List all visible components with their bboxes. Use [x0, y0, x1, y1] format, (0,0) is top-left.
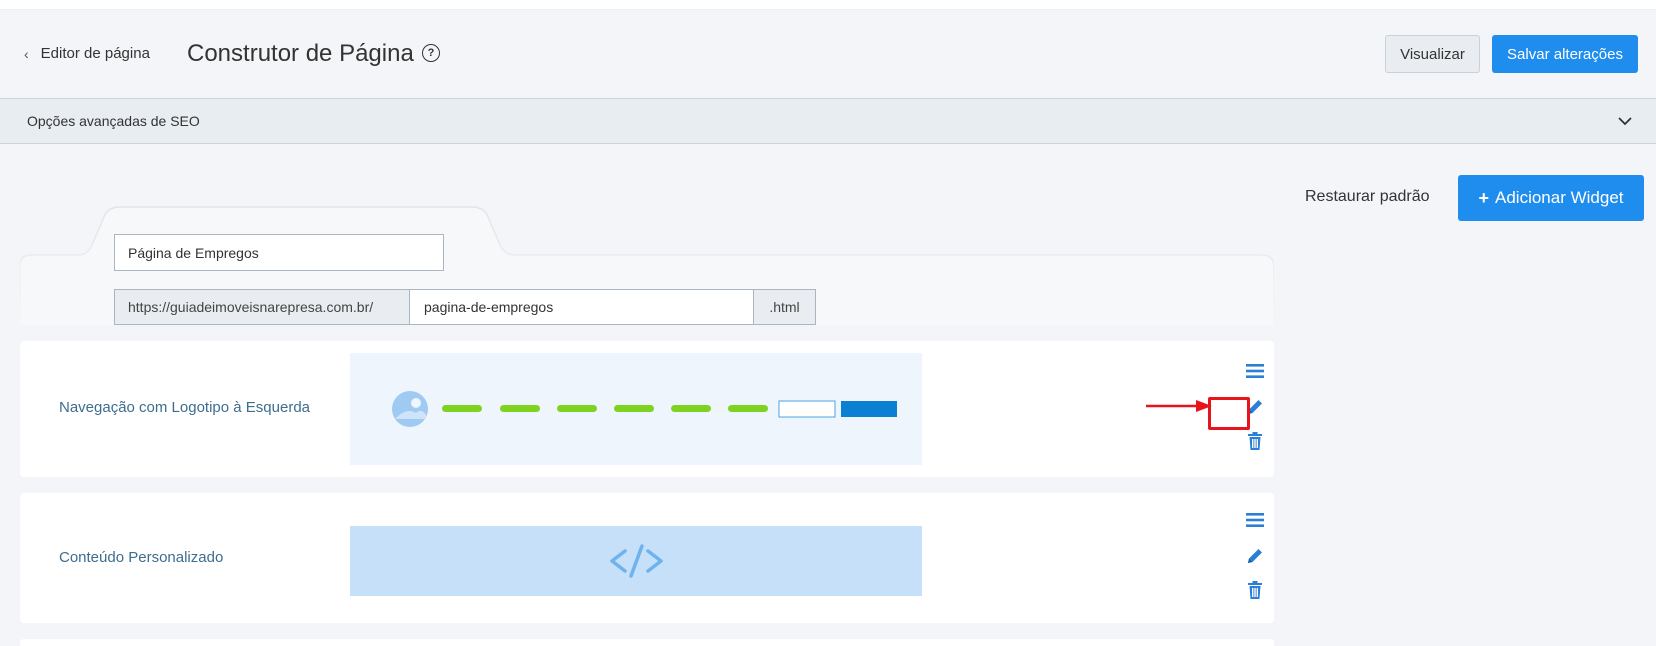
plus-icon: +: [1478, 187, 1489, 208]
edit-pencil-icon[interactable]: [1243, 544, 1267, 568]
trash-icon[interactable]: [1243, 429, 1267, 453]
add-widget-label: Adicionar Widget: [1495, 188, 1624, 207]
url-slug-input[interactable]: pagina-de-empregos: [410, 289, 754, 325]
preview-button[interactable]: Visualizar: [1385, 35, 1480, 73]
restore-default-link[interactable]: Restaurar padrão: [1305, 188, 1430, 206]
add-widget-button[interactable]: + Adicionar Widget: [1458, 175, 1644, 221]
widget-actions: [1243, 508, 1267, 608]
widget-card: Navegação com Logotipo à Esquerda: [20, 341, 1274, 477]
url-prefix: https://guiadeimoveisnarepresa.com.br/: [114, 289, 410, 325]
annotation-arrow: [1146, 400, 1212, 412]
help-icon[interactable]: ?: [422, 44, 440, 62]
widget-label: Navegação com Logotipo à Esquerda: [59, 399, 311, 416]
top-strip: [0, 0, 1656, 10]
chevron-left-icon: ‹: [24, 45, 29, 62]
widget-label: Conteúdo Personalizado: [59, 549, 224, 566]
widget-card: Conteúdo Personalizado: [20, 493, 1274, 623]
custom-code-preview: [350, 526, 922, 596]
page-title: Construtor de Página: [187, 40, 414, 67]
seo-options-bar[interactable]: Opções avançadas de SEO: [0, 98, 1656, 144]
drag-handle-icon[interactable]: [1243, 359, 1267, 383]
back-link[interactable]: ‹ Editor de página: [24, 45, 150, 62]
page-title-input[interactable]: Página de Empregos: [114, 234, 444, 271]
nav-logo-left-preview: [350, 353, 922, 465]
edit-highlight-box: [1208, 397, 1250, 430]
back-link-label: Editor de página: [40, 45, 150, 62]
page-url-group: https://guiadeimoveisnarepresa.com.br/ p…: [114, 289, 816, 325]
seo-options-label: Opções avançadas de SEO: [27, 113, 200, 129]
widget-card: [20, 639, 1274, 646]
url-suffix: .html: [754, 289, 816, 325]
chevron-down-icon[interactable]: [1616, 112, 1634, 130]
page-header: ‹ Editor de página Construtor de Página …: [0, 10, 1656, 98]
trash-icon[interactable]: [1243, 578, 1267, 602]
drag-handle-icon[interactable]: [1243, 508, 1267, 532]
save-changes-button[interactable]: Salvar alterações: [1492, 35, 1638, 73]
